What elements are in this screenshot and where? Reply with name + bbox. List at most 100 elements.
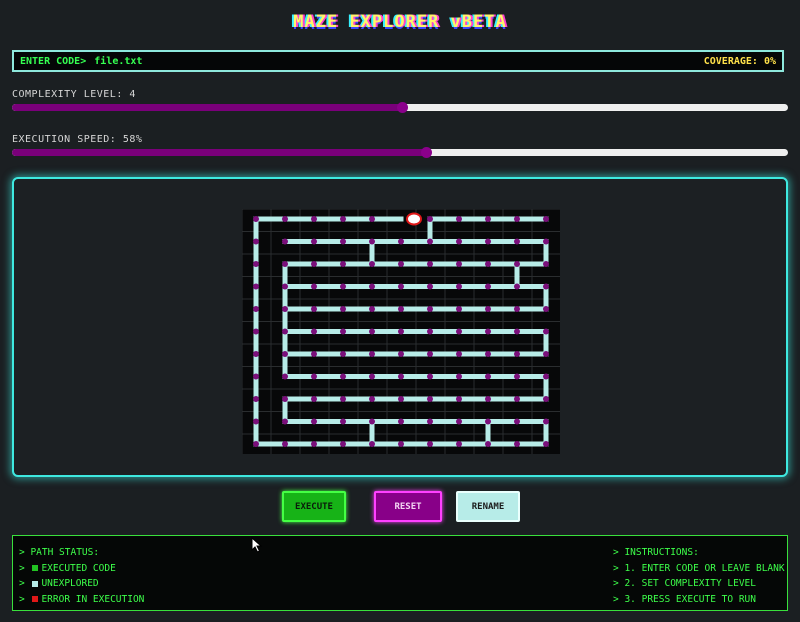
maze-node [340, 238, 346, 245]
maze-node [485, 351, 491, 357]
maze-node [311, 283, 317, 290]
maze-node [282, 216, 288, 222]
maze-node [456, 328, 462, 335]
maze-node [543, 351, 549, 357]
maze-node [282, 283, 288, 290]
legend-error: > ERROR IN EXECUTION [19, 593, 145, 605]
maze-node [253, 418, 259, 425]
complexity-fill [12, 104, 403, 111]
status-panel: > PATH STATUS: > EXECUTED CODE > UNEXPLO… [12, 535, 788, 611]
maze-node [398, 328, 404, 335]
maze-node [427, 328, 433, 335]
maze-node [311, 328, 317, 335]
maze-node [282, 238, 288, 245]
maze-node [485, 396, 491, 402]
maze-node [282, 396, 288, 402]
maze-node [340, 328, 346, 335]
maze-node [398, 441, 404, 447]
unexplored-swatch-icon [32, 580, 39, 587]
complexity-slider[interactable] [12, 102, 788, 113]
speed-label: EXECUTION SPEED: 58% [12, 134, 143, 145]
maze-node [369, 441, 375, 447]
maze-node [282, 351, 288, 357]
maze-node [427, 261, 433, 267]
speed-slider[interactable] [12, 147, 788, 158]
maze-node [543, 238, 549, 245]
maze-node [514, 418, 520, 425]
maze-node [340, 283, 346, 290]
maze-node [456, 238, 462, 245]
maze-node [514, 351, 520, 357]
maze-node [311, 441, 317, 447]
maze-node [311, 351, 317, 357]
maze-node [398, 351, 404, 357]
maze-node [543, 216, 549, 222]
rename-button[interactable]: RENAME [456, 491, 520, 522]
maze-node [543, 441, 549, 447]
maze-node [282, 373, 288, 380]
maze-node [543, 418, 549, 425]
speed-slider-thumb[interactable] [420, 147, 432, 158]
maze-node [398, 373, 404, 380]
maze-node [485, 373, 491, 380]
maze-node [369, 216, 375, 222]
maze-node [369, 373, 375, 380]
maze-node [340, 396, 346, 402]
maze-node [456, 351, 462, 357]
instruction-step-1: > 1. ENTER CODE OR LEAVE BLANK [613, 562, 785, 574]
maze-node [514, 261, 520, 267]
maze-node [514, 441, 520, 447]
maze-node [369, 306, 375, 312]
maze-canvas[interactable] [242, 209, 560, 454]
maze-node [514, 216, 520, 222]
maze-node [282, 306, 288, 312]
code-input-bar[interactable]: ENTER CODE> COVERAGE: 0% [12, 50, 784, 72]
maze-node [514, 306, 520, 312]
maze-node [340, 216, 346, 222]
maze-node [253, 216, 259, 222]
maze-node [427, 283, 433, 290]
maze-node [485, 238, 491, 245]
maze-node [427, 441, 433, 447]
complexity-slider-thumb[interactable] [397, 102, 409, 113]
speed-fill [12, 149, 426, 156]
maze-node [311, 238, 317, 245]
maze-node [282, 441, 288, 447]
error-swatch-icon [32, 596, 39, 602]
maze-node [543, 396, 549, 402]
app-title: MAZE EXPLORER vBETA [293, 12, 507, 32]
maze-node [514, 396, 520, 402]
maze-node [369, 351, 375, 357]
maze-node [253, 373, 259, 380]
maze-node [311, 418, 317, 425]
maze-node [369, 261, 375, 267]
maze-node [311, 261, 317, 267]
code-input[interactable] [92, 54, 297, 68]
instruction-step-2: > 2. SET COMPLEXITY LEVEL [613, 578, 756, 589]
maze-node [427, 216, 433, 222]
maze-node [282, 418, 288, 425]
maze-node [340, 261, 346, 267]
maze-node [311, 396, 317, 402]
maze-node [485, 306, 491, 312]
maze-node [253, 238, 259, 245]
maze-node [456, 283, 462, 290]
execute-button[interactable]: EXECUTE [282, 491, 346, 522]
maze-node [311, 306, 317, 312]
maze-node [369, 283, 375, 290]
maze-node [398, 238, 404, 245]
player-marker [406, 212, 422, 226]
maze-node [398, 261, 404, 267]
maze-node [485, 261, 491, 267]
maze-node [427, 373, 433, 380]
reset-button[interactable]: RESET [374, 491, 442, 522]
legend-executed: > EXECUTED CODE [19, 562, 116, 574]
instruction-step-3: > 3. PRESS EXECUTE TO RUN [613, 593, 756, 605]
maze-node [514, 328, 520, 335]
instructions-heading: > INSTRUCTIONS: [613, 547, 699, 558]
maze-node [398, 306, 404, 312]
complexity-label: COMPLEXITY LEVEL: 4 [12, 89, 136, 100]
maze-node [253, 441, 259, 447]
maze-node [369, 396, 375, 402]
maze-node [543, 283, 549, 290]
